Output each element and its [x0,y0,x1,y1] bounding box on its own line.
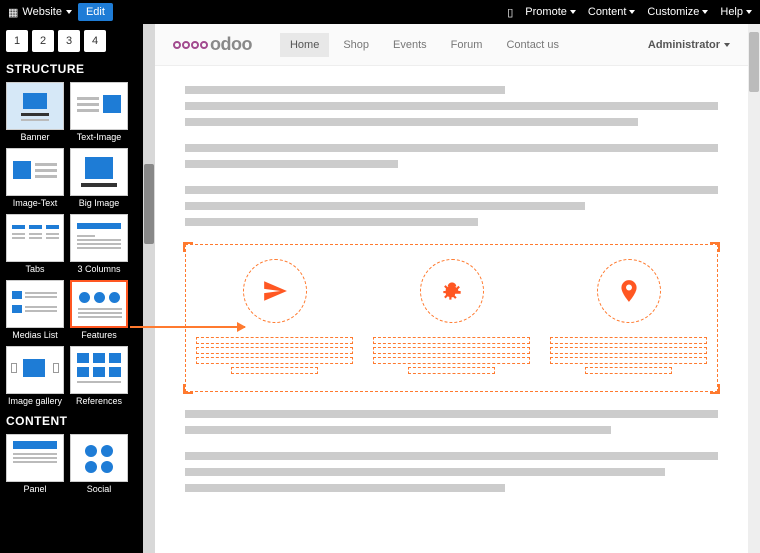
content-heading: CONTENT [6,414,137,428]
snippet-sidebar: 1 2 3 4 STRUCTURE Banner [0,24,143,553]
pager-1[interactable]: 1 [6,30,28,52]
layout-pager: 1 2 3 4 [6,30,137,52]
admin-menu[interactable]: Administrator [648,39,730,51]
resize-handle-bl[interactable] [183,384,193,394]
block-tabs[interactable]: Tabs [6,214,64,274]
drag-arrow-indicator [130,326,245,328]
page-preview: odoo Home Shop Events Forum Contact us A… [155,24,748,553]
placeholder-text [185,218,478,226]
site-header: odoo Home Shop Events Forum Contact us A… [155,24,748,66]
site-logo[interactable]: odoo [173,34,252,55]
block-text-image[interactable]: Text-Image [70,82,128,142]
block-big-image[interactable]: Big Image [70,148,128,208]
block-panel[interactable]: Panel [6,434,64,494]
nav-events[interactable]: Events [383,33,437,57]
block-medias-list[interactable]: Medias List [6,280,64,340]
placeholder-text [550,337,707,344]
block-3-columns[interactable]: 3 Columns [70,214,128,274]
content-menu[interactable]: Content [588,6,636,18]
nav-home[interactable]: Home [280,33,329,57]
caret-down-icon [724,43,730,47]
placeholder-text [373,347,530,354]
mobile-preview-icon[interactable]: ▯ [507,6,513,19]
placeholder-text [185,144,718,152]
block-image-gallery[interactable]: Image gallery [6,346,64,406]
pager-2[interactable]: 2 [32,30,54,52]
features-snippet-drop[interactable] [185,244,718,392]
site-nav: Home Shop Events Forum Contact us [280,33,569,57]
website-label: Website [22,6,62,18]
placeholder-text [373,357,530,364]
placeholder-text [185,102,718,110]
inner-scrollbar[interactable] [143,24,155,553]
placeholder-text [185,426,611,434]
nav-shop[interactable]: Shop [333,33,379,57]
website-menu-button[interactable]: ▦ Website [8,6,72,19]
caret-down-icon [66,10,72,14]
caret-down-icon [746,10,752,14]
resize-handle-tl[interactable] [183,242,193,252]
pager-4[interactable]: 4 [84,30,106,52]
map-pin-icon [597,259,661,323]
placeholder-text [373,337,530,344]
resize-handle-tr[interactable] [710,242,720,252]
page-scrollbar[interactable] [748,24,760,553]
placeholder-text [185,202,585,210]
top-toolbar: ▦ Website Edit ▯ Promote Content Customi… [0,0,760,24]
caret-down-icon [702,10,708,14]
block-social[interactable]: Social [70,434,128,494]
placeholder-text [550,347,707,354]
bug-icon [420,259,484,323]
resize-handle-br[interactable] [710,384,720,394]
feature-column[interactable] [196,259,353,377]
placeholder-text [408,367,494,374]
placeholder-text [231,367,317,374]
customize-menu[interactable]: Customize [647,6,708,18]
promote-menu[interactable]: Promote [525,6,576,18]
pager-3[interactable]: 3 [58,30,80,52]
structure-heading: STRUCTURE [6,62,137,76]
feature-column[interactable] [373,259,530,377]
placeholder-text [185,410,718,418]
placeholder-text [185,452,718,460]
block-image-text[interactable]: Image-Text [6,148,64,208]
placeholder-text [185,484,505,492]
help-menu[interactable]: Help [720,6,752,18]
placeholder-text [185,468,665,476]
grid-icon: ▦ [8,6,18,19]
placeholder-text [196,347,353,354]
placeholder-text [185,186,718,194]
block-features[interactable]: Features [70,280,128,340]
plane-icon [243,259,307,323]
feature-column[interactable] [550,259,707,377]
logo-icon [173,41,208,49]
placeholder-text [585,367,671,374]
caret-down-icon [570,10,576,14]
placeholder-text [185,86,505,94]
caret-down-icon [629,10,635,14]
nav-forum[interactable]: Forum [441,33,493,57]
placeholder-text [550,357,707,364]
placeholder-text [196,337,353,344]
block-references[interactable]: References [70,346,128,406]
page-scroll-thumb[interactable] [749,32,759,92]
inner-scroll-thumb[interactable] [144,164,154,244]
placeholder-text [185,160,398,168]
edit-button[interactable]: Edit [78,3,113,21]
nav-contact[interactable]: Contact us [496,33,569,57]
block-banner[interactable]: Banner [6,82,64,142]
placeholder-text [196,357,353,364]
placeholder-text [185,118,638,126]
